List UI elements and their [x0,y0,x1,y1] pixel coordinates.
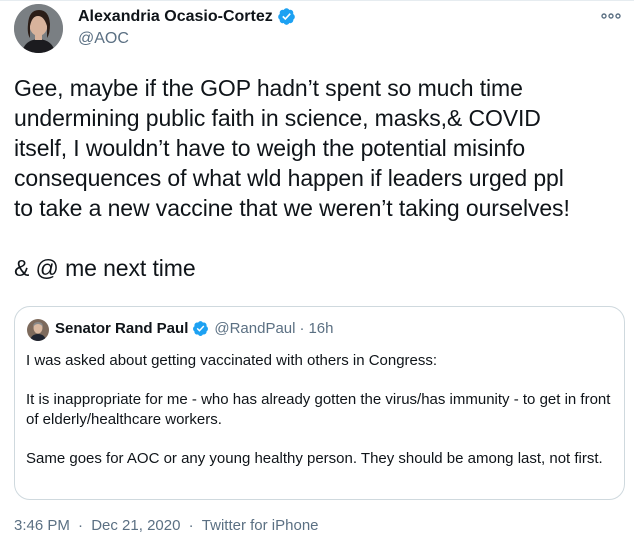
more-options-icon[interactable] [600,7,622,25]
quoted-paragraph: It is inappropriate for me - who has alr… [26,391,611,428]
tweet-line: itself, I wouldn’t have to weigh the pot… [14,135,526,161]
tweet-date[interactable]: Dec 21, 2020 [91,517,180,534]
person-avatar-icon [27,319,49,341]
person-avatar-icon [14,4,63,53]
quoted-paragraph: I was asked about getting vaccinated wit… [26,352,438,369]
quoted-tweet[interactable]: Senator Rand Paul @RandPaul · 16h I was … [14,306,625,500]
quoted-timestamp[interactable]: 16h [308,320,333,337]
verified-badge-icon [277,8,295,25]
tweet-line: & @ me next time [14,255,196,281]
quoted-author-handle[interactable]: @RandPaul [214,320,295,337]
author-name-text[interactable]: Alexandria Ocasio-Cortez [78,8,273,26]
tweet-text: Gee, maybe if the GOP hadn’t spent so mu… [14,73,624,283]
quoted-tweet-text: I was asked about getting vaccinated wit… [26,351,616,468]
tweet-metadata: 3:46 PM · Dec 21, 2020 · Twitter for iPh… [14,517,319,534]
author-handle[interactable]: @AOC [78,30,129,48]
tweet-line: Gee, maybe if the GOP hadn’t spent so mu… [14,75,523,101]
separator-dot: · [299,320,305,337]
quoted-author-name[interactable]: Senator Rand Paul [55,320,188,337]
separator-dot: · [78,517,84,534]
tweet-source[interactable]: Twitter for iPhone [202,517,319,534]
tweet-line: consequences of what wld happen if leade… [14,165,564,191]
tweet-time[interactable]: 3:46 PM [14,517,70,534]
verified-badge-icon [193,321,209,336]
quoted-header: Senator Rand Paul @RandPaul · 16h [55,320,334,337]
tweet-line: undermining public faith in science, mas… [14,105,541,131]
quoted-paragraph: Same goes for AOC or any young healthy p… [26,449,603,467]
author-avatar[interactable] [14,4,63,53]
separator-dot: · [188,517,194,534]
tweet-card: Alexandria Ocasio-Cortez @AOC Gee, maybe… [0,0,634,549]
author-name[interactable]: Alexandria Ocasio-Cortez [78,7,296,26]
quoted-author-avatar[interactable] [27,319,49,341]
tweet-line: to take a new vaccine that we weren’t ta… [14,195,570,221]
